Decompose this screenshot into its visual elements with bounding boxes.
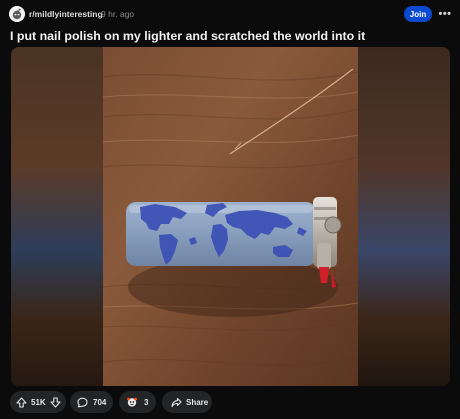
post-media[interactable]: [11, 47, 450, 386]
comment-icon: [77, 397, 88, 408]
post-actions: 51K 704 3 Share: [0, 388, 460, 416]
more-options-icon[interactable]: •••: [436, 6, 454, 22]
subreddit-name[interactable]: r/mildlyinteresting: [29, 9, 103, 19]
upvote-icon[interactable]: [16, 396, 27, 408]
media-blur-left: [11, 47, 103, 386]
comment-count: 704: [93, 397, 107, 407]
subreddit-avatar-icon[interactable]: [9, 6, 25, 22]
downvote-icon[interactable]: [50, 396, 61, 408]
post-header: r/mildlyinteresting • 9 hr. ago Join •••: [0, 0, 460, 28]
share-icon: [171, 397, 182, 408]
award-count: 3: [144, 397, 149, 407]
media-blur-right: [358, 47, 450, 386]
comments-button[interactable]: 704: [70, 391, 113, 413]
post-time: 9 hr. ago: [101, 9, 135, 19]
award-button[interactable]: 3: [119, 391, 156, 413]
award-icon: [126, 396, 138, 408]
vote-bar: 51K: [10, 391, 66, 413]
post-title[interactable]: I put nail polish on my lighter and scra…: [10, 29, 365, 43]
join-button[interactable]: Join: [404, 6, 432, 22]
upvote-count: 51K: [31, 397, 46, 407]
separator-dot: •: [94, 9, 97, 18]
post-image[interactable]: [103, 47, 358, 386]
share-label: Share: [186, 397, 209, 407]
share-button[interactable]: Share: [162, 391, 212, 413]
